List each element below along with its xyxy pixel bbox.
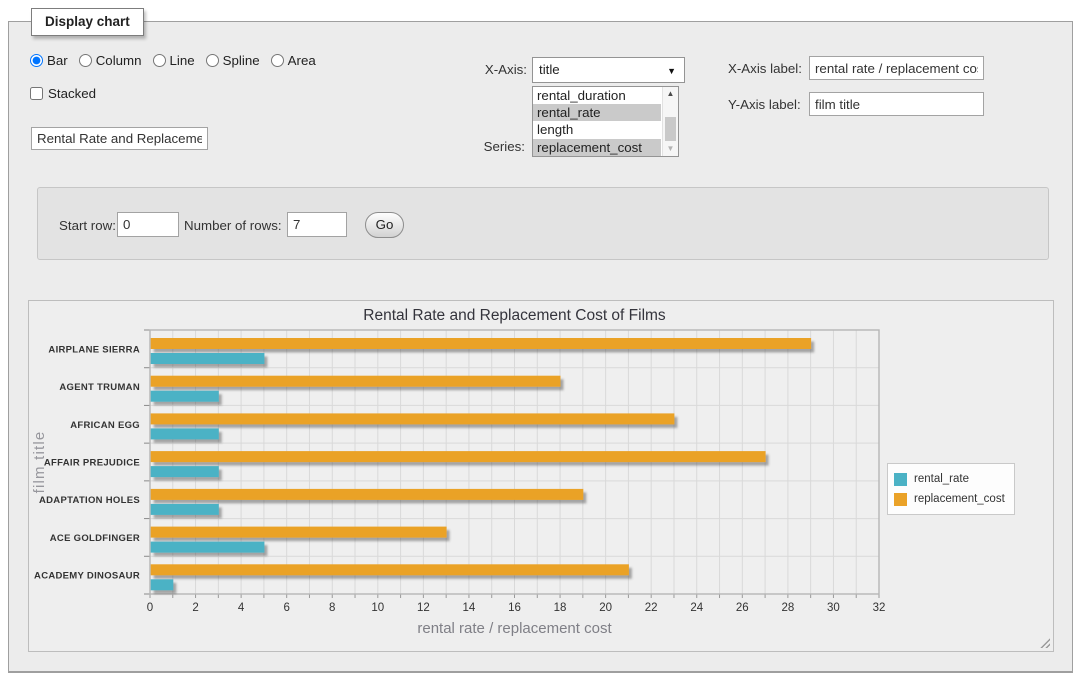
legend-swatch-rental-rate [894,473,907,486]
category-label: ACADEMY DINOSAUR [34,571,140,582]
y-axis-label-input[interactable] [809,92,984,116]
x-axis-label-input[interactable] [809,56,984,80]
start-row-label: Start row: [59,218,116,233]
y-axis-label-caption: Y-Axis label: [728,97,801,112]
x-tick-label: 10 [371,602,384,614]
series-list-label: Series: [449,139,525,154]
category-label: AFFAIR PREJUDICE [44,458,140,469]
row-range-panel: Start row: Number of rows: Go [37,187,1049,260]
display-chart-fieldset: Display chart Bar Column Line Spline Are… [8,21,1073,673]
page: Display chart Bar Column Line Spline Are… [0,0,1081,681]
legend-swatch-replacement-cost [894,493,907,506]
scroll-down-icon[interactable]: ▼ [663,142,678,156]
stacked-row: Stacked [30,86,96,101]
x-tick-label: 22 [645,602,658,614]
x-tick-label: 2 [192,602,198,614]
chart-type-radios: Bar Column Line Spline Area [30,53,327,68]
scrollbar-thumb[interactable] [665,117,676,141]
legend-label-replacement-cost: replacement_cost [914,493,1005,505]
chart-title-input[interactable] [31,127,208,150]
bar-replacement_cost [151,451,766,462]
y-axis-title: film title [31,431,48,494]
bar-replacement_cost [151,338,811,349]
category-label: ADAPTATION HOLES [39,495,140,506]
x-tick-label: 32 [873,602,886,614]
x-tick-label: 6 [283,602,289,614]
bar-rental_rate [151,579,174,590]
bar-rental_rate [151,391,219,402]
number-of-rows-input[interactable] [287,212,347,237]
x-tick-label: 16 [508,602,521,614]
radio-line[interactable] [153,54,166,67]
x-axis-title: rental rate / replacement cost [417,620,612,637]
bar-replacement_cost [151,527,447,538]
chart-legend: rental_rate replacement_cost [887,463,1015,515]
legend-row-replacement-cost: replacement_cost [894,489,1005,509]
bar-replacement_cost [151,564,629,575]
radio-line-label: Line [170,53,195,68]
legend-label-rental-rate: rental_rate [914,473,969,485]
stacked-label: Stacked [48,86,96,101]
x-tick-label: 30 [827,602,840,614]
series-option-replacement-cost[interactable]: replacement_cost [533,139,661,156]
chart-title: Rental Rate and Replacement Cost of Film… [363,307,666,324]
chart-panel: AIRPLANE SIERRA AGENT TRUMAN AFRICAN EGG AF… [28,300,1054,652]
start-row-input[interactable] [117,212,179,237]
radio-area-label: Area [288,53,316,68]
bar-replacement_cost [151,489,584,500]
series-option-rental-duration[interactable]: rental_duration [533,87,661,104]
bar-replacement_cost [151,376,561,387]
x-tick-label: 8 [329,602,335,614]
bar-rental_rate [151,504,219,515]
x-tick-label: 26 [736,602,749,614]
x-axis-label-caption: X-Axis label: [728,61,802,76]
chevron-down-icon: ▼ [667,59,676,83]
scroll-up-icon[interactable]: ▲ [663,87,678,101]
fieldset-title: Display chart [31,8,144,36]
x-axis-select-label: X-Axis: [449,62,527,77]
radio-column[interactable] [79,54,92,67]
x-tick-label: 12 [417,602,430,614]
x-axis-selected-value: title [539,62,560,77]
category-label: AGENT TRUMAN [59,382,140,393]
x-tick-label: 0 [147,602,153,614]
series-option-length[interactable]: length [533,121,661,138]
number-of-rows-label: Number of rows: [184,218,282,233]
x-tick-label: 4 [238,602,245,614]
radio-spline-label: Spline [223,53,260,68]
legend-row-rental-rate: rental_rate [894,469,1005,489]
x-tick-label: 14 [463,602,476,614]
bar-rental_rate [151,428,219,439]
x-tick-label: 28 [781,602,794,614]
bar-replacement_cost [151,413,675,424]
bar-rental_rate [151,466,219,477]
category-label: ACE GOLDFINGER [50,533,140,544]
bar-rental_rate [151,542,265,553]
go-button[interactable]: Go [365,212,404,238]
category-label: AIRPLANE SIERRA [48,344,140,355]
radio-column-label: Column [96,53,142,68]
x-tick-label: 24 [690,602,703,614]
category-label: AFRICAN EGG [70,420,140,431]
x-tick-label: 18 [554,602,567,614]
x-tick-label: 20 [599,602,612,614]
radio-spline[interactable] [206,54,219,67]
radio-area[interactable] [271,54,284,67]
series-listbox[interactable]: rental_duration rental_rate length repla… [532,86,679,157]
x-axis-select[interactable]: title ▼ [532,57,685,83]
series-option-rental-rate[interactable]: rental_rate [533,104,661,121]
stacked-checkbox[interactable] [30,87,43,100]
radio-bar-label: Bar [47,53,68,68]
listbox-scrollbar[interactable]: ▲ ▼ [662,87,678,156]
radio-bar[interactable] [30,54,43,67]
bar-rental_rate [151,353,265,364]
